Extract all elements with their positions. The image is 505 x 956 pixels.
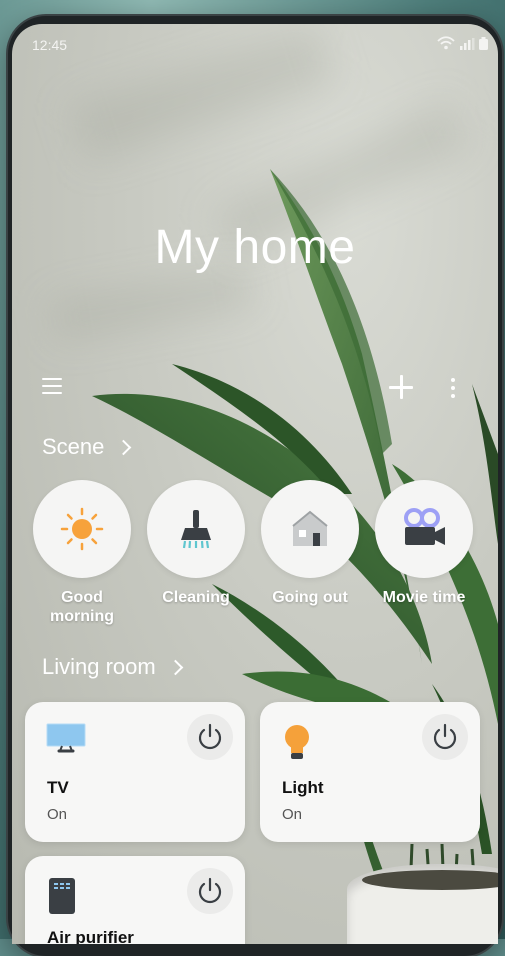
scene-label: Cleaning: [162, 589, 230, 606]
sun-icon: [60, 507, 104, 551]
air-purifier-icon: [49, 878, 75, 914]
device-name: Light: [282, 778, 324, 797]
scene-icon-button[interactable]: [261, 480, 359, 578]
scene-label: Good morning: [32, 588, 132, 626]
scene-label: Going out: [272, 589, 348, 606]
tv-icon: [46, 723, 86, 753]
scene-label-line1: Good: [61, 589, 103, 606]
chevron-right-icon: [116, 439, 132, 455]
more-options-icon[interactable]: [448, 376, 458, 400]
chevron-right-icon: [167, 659, 183, 675]
scene-section-header[interactable]: Scene: [42, 434, 132, 460]
scene-going-out[interactable]: Going out: [260, 480, 360, 607]
scene-section-title: Scene: [42, 434, 105, 459]
power-icon: [433, 723, 457, 750]
power-icon: [198, 723, 222, 750]
device-name: Air purifier: [47, 928, 134, 944]
bulb-icon: [285, 725, 309, 759]
hamburger-menu-icon[interactable]: [42, 378, 62, 394]
power-button[interactable]: [187, 868, 233, 914]
app-screen: 12:45 My home Scene Good morning Cleanin…: [12, 24, 498, 944]
device-state: On: [47, 806, 68, 823]
scene-icon-button[interactable]: [33, 480, 131, 578]
toolbar: [12, 370, 498, 406]
device-state: On: [282, 806, 303, 823]
room-section-header[interactable]: Living room: [42, 654, 183, 680]
camera-icon: [404, 508, 445, 545]
scene-movie-time[interactable]: Movie time: [374, 480, 474, 607]
scene-good-morning[interactable]: Good morning: [32, 480, 132, 626]
add-icon[interactable]: [388, 374, 414, 400]
room-section-title: Living room: [42, 654, 156, 679]
device-card-tv[interactable]: TV On: [25, 702, 245, 842]
status-time: 12:45: [32, 37, 68, 53]
power-icon: [198, 877, 222, 904]
status-icons: [437, 36, 488, 50]
power-button[interactable]: [187, 714, 233, 760]
scene-label-line2: morning: [50, 608, 114, 625]
broom-icon: [181, 510, 211, 549]
scene-label: Movie time: [382, 589, 466, 606]
device-card-air-purifier[interactable]: Air purifier: [25, 856, 245, 944]
signal-icon: [460, 38, 475, 50]
device-name: TV: [47, 778, 69, 797]
scene-icon-button[interactable]: [375, 480, 473, 578]
house-icon: [292, 510, 328, 546]
power-button[interactable]: [422, 714, 468, 760]
scene-cleaning[interactable]: Cleaning: [146, 480, 246, 607]
wifi-icon: [437, 36, 455, 50]
scene-icon-button[interactable]: [147, 480, 245, 578]
status-bar: 12:45: [32, 32, 488, 54]
page-title: My home: [154, 221, 356, 274]
device-card-light[interactable]: Light On: [260, 702, 480, 842]
battery-icon: [479, 37, 488, 50]
